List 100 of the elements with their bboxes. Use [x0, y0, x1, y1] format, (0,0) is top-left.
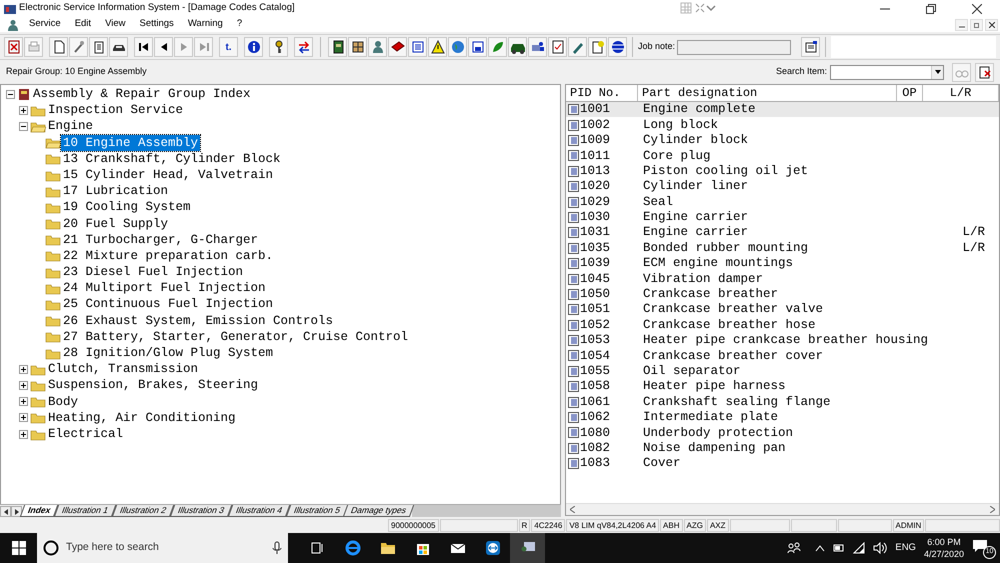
tree-item[interactable]: 27 Battery, Starter, Generator, Cruise Control: [61, 328, 410, 346]
tree-item[interactable]: 20 Fuel Supply: [61, 216, 170, 232]
tree-item[interactable]: 28 Ignition/Glow Plug System: [61, 345, 276, 362]
column-header[interactable]: PID No.: [566, 85, 638, 101]
scroll-right-button[interactable]: [11, 506, 22, 517]
clock-date[interactable]: 4/27/2020: [924, 548, 964, 560]
tree-item[interactable]: Assembly & Repair Group Index: [31, 86, 253, 102]
toolbar-button[interactable]: [608, 37, 627, 57]
scroll-right-icon[interactable]: [990, 506, 995, 513]
job-note-field[interactable]: [677, 40, 792, 54]
table-cell-text: 1031: [580, 224, 610, 242]
expand-toggle[interactable]: [19, 430, 28, 439]
clock-time[interactable]: 6:00 PM: [927, 536, 961, 548]
document-minimize-button[interactable]: [955, 18, 968, 30]
expand-toggle[interactable]: [19, 413, 28, 422]
scroll-left-icon[interactable]: [570, 506, 575, 513]
tree-item[interactable]: 21 Turbocharger, G-Charger: [61, 232, 260, 248]
tab[interactable]: Illustration 4: [228, 505, 290, 517]
expand-icon[interactable]: [694, 2, 706, 14]
scroll-left-button[interactable]: [0, 506, 11, 517]
tab[interactable]: Damage types: [343, 505, 414, 517]
tree-item[interactable]: Electrical: [46, 426, 126, 442]
speaker-icon[interactable]: [873, 542, 888, 554]
toolbar-button[interactable]: [109, 37, 128, 57]
tree-item[interactable]: Body: [46, 394, 80, 410]
tree-item[interactable]: Inspection Service: [46, 102, 186, 118]
folder-icon: [45, 314, 61, 328]
toolbar-button[interactable]: [468, 37, 487, 57]
person-icon[interactable]: [7, 18, 19, 30]
notification-icon[interactable]: [972, 539, 988, 553]
tree-item[interactable]: 10 Engine Assembly: [61, 134, 200, 151]
toolbar-button[interactable]: [801, 37, 820, 57]
toolbar-button[interactable]: [49, 37, 68, 57]
document-close-button[interactable]: [985, 18, 998, 30]
menu-item[interactable]: Warning: [180, 17, 230, 32]
toolbar-button[interactable]: [528, 37, 547, 57]
toolbar-button[interactable]: [508, 37, 527, 57]
tree-item[interactable]: 19 Cooling System: [61, 199, 193, 216]
toolbar-button[interactable]: [269, 37, 288, 57]
menu-item[interactable]: Settings: [132, 17, 181, 32]
tree-item[interactable]: 13 Crankshaft, Cylinder Block: [61, 150, 283, 167]
taskbar-search-field[interactable]: Type here to search: [37, 533, 288, 563]
tree-item[interactable]: 15 Cylinder Head, Valvetrain: [61, 166, 276, 184]
tab[interactable]: Illustration 5: [285, 505, 348, 517]
tab[interactable]: Illustration 2: [112, 505, 174, 517]
column-header[interactable]: OP: [897, 85, 923, 101]
microphone-icon: [272, 541, 282, 555]
menu-item[interactable]: ?: [230, 17, 250, 32]
clear-button[interactable]: [975, 62, 994, 82]
tree-item[interactable]: 25 Continuous Fuel Injection: [61, 296, 276, 313]
column-header[interactable]: Part designation: [638, 85, 897, 101]
toolbar-button[interactable]: [244, 37, 263, 57]
tree-item[interactable]: Suspension, Brakes, Steering: [46, 377, 260, 394]
toolbar-button[interactable]: [154, 37, 173, 57]
chevron-up-icon[interactable]: [815, 544, 826, 552]
toolbar-button[interactable]: [428, 37, 447, 57]
folder-icon: [45, 266, 61, 279]
tree-item[interactable]: 17 Lubrication: [61, 183, 170, 200]
toolbar-button[interactable]: [134, 37, 153, 57]
collapse-toggle[interactable]: [6, 90, 15, 99]
tree-item[interactable]: Heating, Air Conditioning: [46, 410, 238, 426]
tab[interactable]: Illustration 1: [54, 505, 116, 517]
table-cell-text: 1051: [580, 301, 610, 318]
collapse-toggle[interactable]: [19, 122, 28, 131]
column-header[interactable]: L/R: [923, 85, 999, 101]
expand-toggle[interactable]: [19, 106, 28, 115]
toolbar-button[interactable]: [388, 37, 407, 57]
expand-toggle[interactable]: [19, 397, 28, 406]
text-button[interactable]: t.: [219, 37, 238, 57]
toolbar-button[interactable]: [588, 37, 607, 57]
tree-item[interactable]: Engine: [46, 118, 96, 135]
search-field[interactable]: [830, 64, 944, 80]
tree-item[interactable]: 24 Multiport Fuel Injection: [61, 280, 268, 296]
toolbar-button[interactable]: [294, 37, 313, 57]
tree-item[interactable]: 23 Diesel Fuel Injection: [61, 264, 246, 280]
toolbar-button[interactable]: [348, 37, 367, 57]
wifi-icon[interactable]: [853, 542, 866, 554]
language-indicator[interactable]: ENG: [895, 540, 916, 556]
document-restore-button[interactable]: [970, 18, 983, 30]
toolbar-button[interactable]: [89, 37, 108, 57]
expand-toggle[interactable]: [19, 364, 28, 374]
toolbar-button[interactable]: [548, 37, 567, 57]
expand-toggle[interactable]: [19, 380, 28, 390]
tree-item[interactable]: Clutch, Transmission: [46, 361, 200, 378]
menu-item[interactable]: View: [98, 17, 132, 32]
tab[interactable]: Index: [20, 505, 58, 517]
folder-icon: [30, 362, 46, 376]
toolbar-button[interactable]: [328, 37, 347, 57]
battery-icon[interactable]: [833, 543, 846, 553]
tab[interactable]: Illustration 3: [170, 505, 232, 517]
horizontal-scrollbar[interactable]: [566, 503, 999, 515]
taskbar-button[interactable]: [510, 533, 545, 563]
people-icon[interactable]: [787, 542, 802, 554]
tree-item[interactable]: 26 Exhaust System, Emission Controls: [61, 312, 336, 329]
table-cell-text: Noise dampening pan: [642, 440, 787, 457]
menu-item[interactable]: Service: [22, 17, 68, 32]
toolbar-button[interactable]: [408, 37, 427, 57]
toolbar-button[interactable]: [4, 37, 23, 57]
tree-item[interactable]: 22 Mixture preparation carb.: [61, 248, 276, 264]
menu-item[interactable]: Edit: [68, 17, 98, 32]
